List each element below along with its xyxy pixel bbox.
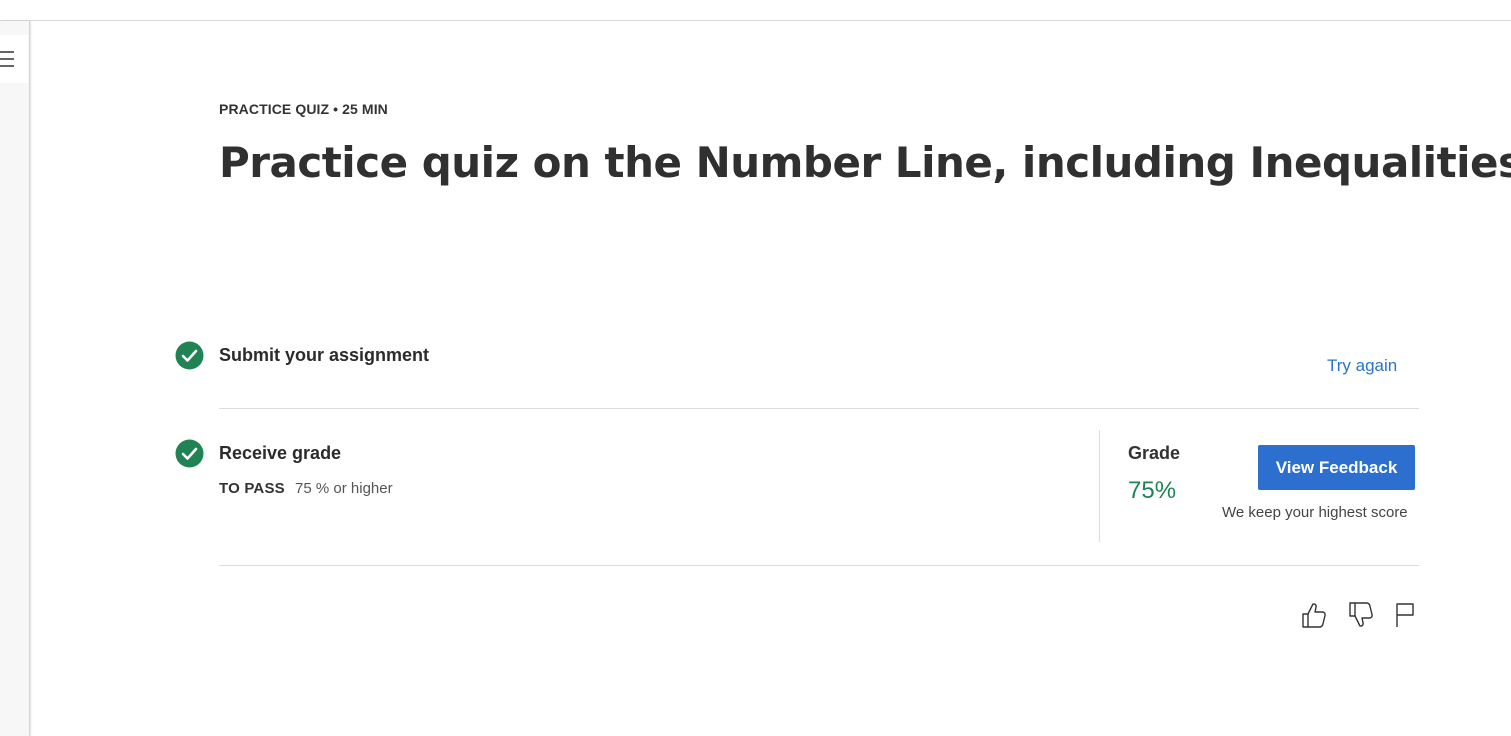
report-button[interactable] <box>1391 600 1419 630</box>
pass-value: 75 % or higher <box>295 480 393 497</box>
pass-label: TO PASS <box>219 480 285 497</box>
vertical-divider <box>1099 430 1100 542</box>
check-circle-icon <box>175 439 204 468</box>
divider <box>219 565 1419 566</box>
divider <box>219 408 1419 409</box>
grade-label: Grade <box>1128 443 1181 463</box>
flag-icon <box>1394 601 1416 629</box>
submit-step-title: Submit your assignment <box>219 345 430 365</box>
like-button[interactable] <box>1300 600 1328 630</box>
menu-icon <box>0 49 14 69</box>
menu-button[interactable] <box>0 35 28 83</box>
grade-value: 75% <box>1128 477 1177 504</box>
try-again-link[interactable]: Try again <box>1327 356 1397 376</box>
thumbs-down-icon <box>1348 601 1374 629</box>
grade-step-title: Receive grade <box>219 443 342 463</box>
dislike-button[interactable] <box>1347 600 1375 630</box>
top-bar <box>0 0 1511 21</box>
thumbs-up-icon <box>1301 601 1327 629</box>
highest-score-note: We keep your highest score <box>1222 504 1408 521</box>
quiz-meta: PRACTICE QUIZ • 25 MIN <box>219 101 388 117</box>
view-feedback-button[interactable]: View Feedback <box>1258 445 1415 490</box>
check-circle-icon <box>175 341 204 370</box>
pass-requirement: TO PASS 75 % or higher <box>219 480 393 497</box>
left-rail <box>0 21 30 736</box>
page-title: Practice quiz on the Number Line, includ… <box>219 138 1511 187</box>
